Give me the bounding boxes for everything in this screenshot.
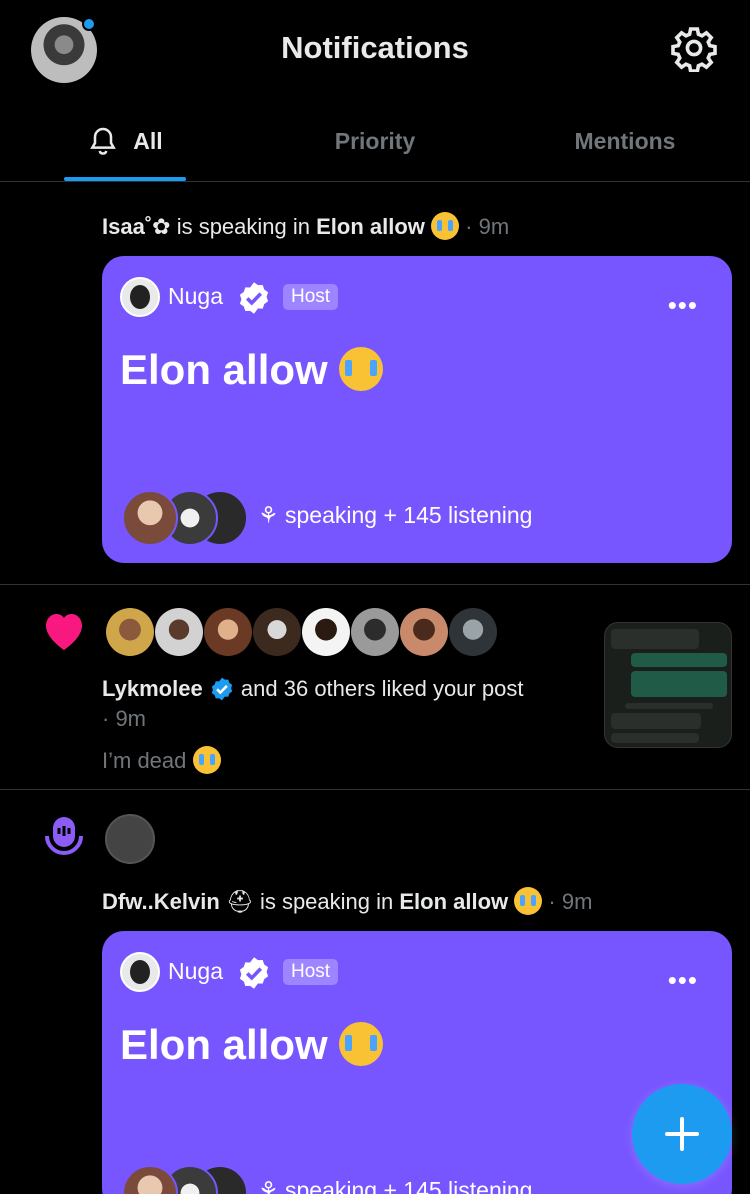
timestamp: · 9m	[102, 706, 146, 731]
notification-text[interactable]: Isaa˚✿ is speaking in Elon allow · 9m	[102, 212, 509, 240]
liker-avatar[interactable]	[204, 608, 252, 656]
divider	[0, 789, 750, 790]
chat-bubble	[611, 733, 699, 743]
tab-mentions-label: Mentions	[574, 127, 676, 154]
speaker-avatar[interactable]	[105, 814, 155, 864]
heart-icon	[46, 614, 82, 650]
tab-priority[interactable]: Priority	[250, 100, 500, 182]
tab-priority-label: Priority	[334, 127, 416, 154]
spaces-icon	[45, 817, 83, 855]
crying-emoji-icon	[431, 212, 460, 240]
divider	[0, 584, 750, 585]
more-options-icon[interactable]: •••	[668, 292, 698, 318]
compose-button[interactable]	[632, 1084, 732, 1184]
chat-bubble	[611, 713, 701, 729]
speaking-icon: ⚘	[258, 1177, 279, 1194]
verified-icon	[239, 957, 269, 989]
speaker-avatars	[122, 1165, 252, 1194]
speaking-icon: ⚘	[258, 502, 279, 528]
verified-icon	[239, 282, 269, 314]
space-title: Elon allow	[120, 346, 384, 394]
listener-count-text: speaking + 145 listening	[285, 1177, 533, 1194]
host-avatar	[120, 277, 160, 317]
space-title: Elon allow	[120, 1021, 384, 1069]
host-badge: Host	[283, 284, 339, 310]
speaker-avatar	[122, 490, 178, 546]
space-name: Elon allow	[399, 889, 509, 914]
host-avatar	[120, 952, 160, 992]
timestamp: · 9m	[548, 889, 593, 914]
post-preview-text: I’m dead	[102, 748, 187, 773]
host-name: Nuga	[168, 958, 223, 984]
space-title-text: Elon allow	[120, 346, 328, 393]
space-card[interactable]: Nuga Host ••• Elon allow ⚘ speaking + 14…	[102, 256, 732, 563]
timestamp: · 9m	[465, 214, 510, 239]
page-title: Notifications	[281, 30, 469, 65]
crying-emoji-icon	[192, 746, 221, 774]
user-name[interactable]: Isaa˚✿	[102, 214, 171, 239]
liker-avatar[interactable]	[253, 608, 301, 656]
chat-bubble	[631, 653, 727, 667]
speaker-avatar	[122, 1165, 178, 1194]
active-tab-indicator	[64, 177, 186, 181]
helmet-emoji-icon: ⛑	[225, 889, 254, 914]
liker-avatar[interactable]	[351, 608, 399, 656]
tab-all-label: All	[133, 127, 163, 154]
crying-emoji-icon	[514, 887, 543, 915]
chat-bubble	[631, 671, 727, 697]
gear-icon[interactable]	[670, 24, 718, 72]
crying-emoji-icon	[339, 347, 384, 391]
space-title-text: Elon allow	[120, 1021, 328, 1068]
liker-avatar[interactable]	[106, 608, 154, 656]
action-text: is speaking in	[253, 889, 400, 914]
notification-text[interactable]: Dfw..Kelvin ⛑ is speaking in Elon allow …	[102, 887, 592, 915]
space-name: Elon allow	[316, 214, 425, 239]
host-name: Nuga	[168, 283, 223, 309]
listener-count: ⚘ speaking + 145 listening	[258, 1177, 532, 1194]
tab-bar: All Priority Mentions	[0, 100, 750, 182]
liker-avatar[interactable]	[400, 608, 448, 656]
liker-avatar[interactable]	[155, 608, 203, 656]
speaker-avatars	[122, 490, 252, 546]
listener-count-text: speaking + 145 listening	[285, 502, 533, 528]
bell-icon	[90, 127, 117, 155]
post-preview[interactable]: I’m dead	[102, 746, 221, 774]
post-thumbnail[interactable]	[604, 622, 732, 748]
notification-text[interactable]: Lykmolee and 36 others liked your post	[102, 676, 523, 702]
host-badge: Host	[283, 959, 339, 985]
user-name[interactable]: Lykmolee	[102, 676, 203, 701]
crying-emoji-icon	[339, 1022, 384, 1066]
more-options-icon[interactable]: •••	[668, 967, 698, 993]
liker-avatar[interactable]	[449, 608, 497, 656]
verified-icon	[211, 677, 232, 701]
tab-all[interactable]: All	[0, 100, 250, 182]
tab-mentions[interactable]: Mentions	[500, 100, 750, 182]
notification-dot	[82, 17, 96, 31]
action-text: is speaking in	[170, 214, 317, 239]
liker-avatar[interactable]	[302, 608, 350, 656]
user-name[interactable]: Dfw..Kelvin	[102, 889, 220, 914]
header: Notifications	[0, 0, 750, 100]
chat-bubble	[611, 629, 699, 649]
listener-count: ⚘ speaking + 145 listening	[258, 502, 532, 529]
action-text: and 36 others liked your post	[234, 676, 524, 701]
unread-label	[625, 703, 713, 709]
